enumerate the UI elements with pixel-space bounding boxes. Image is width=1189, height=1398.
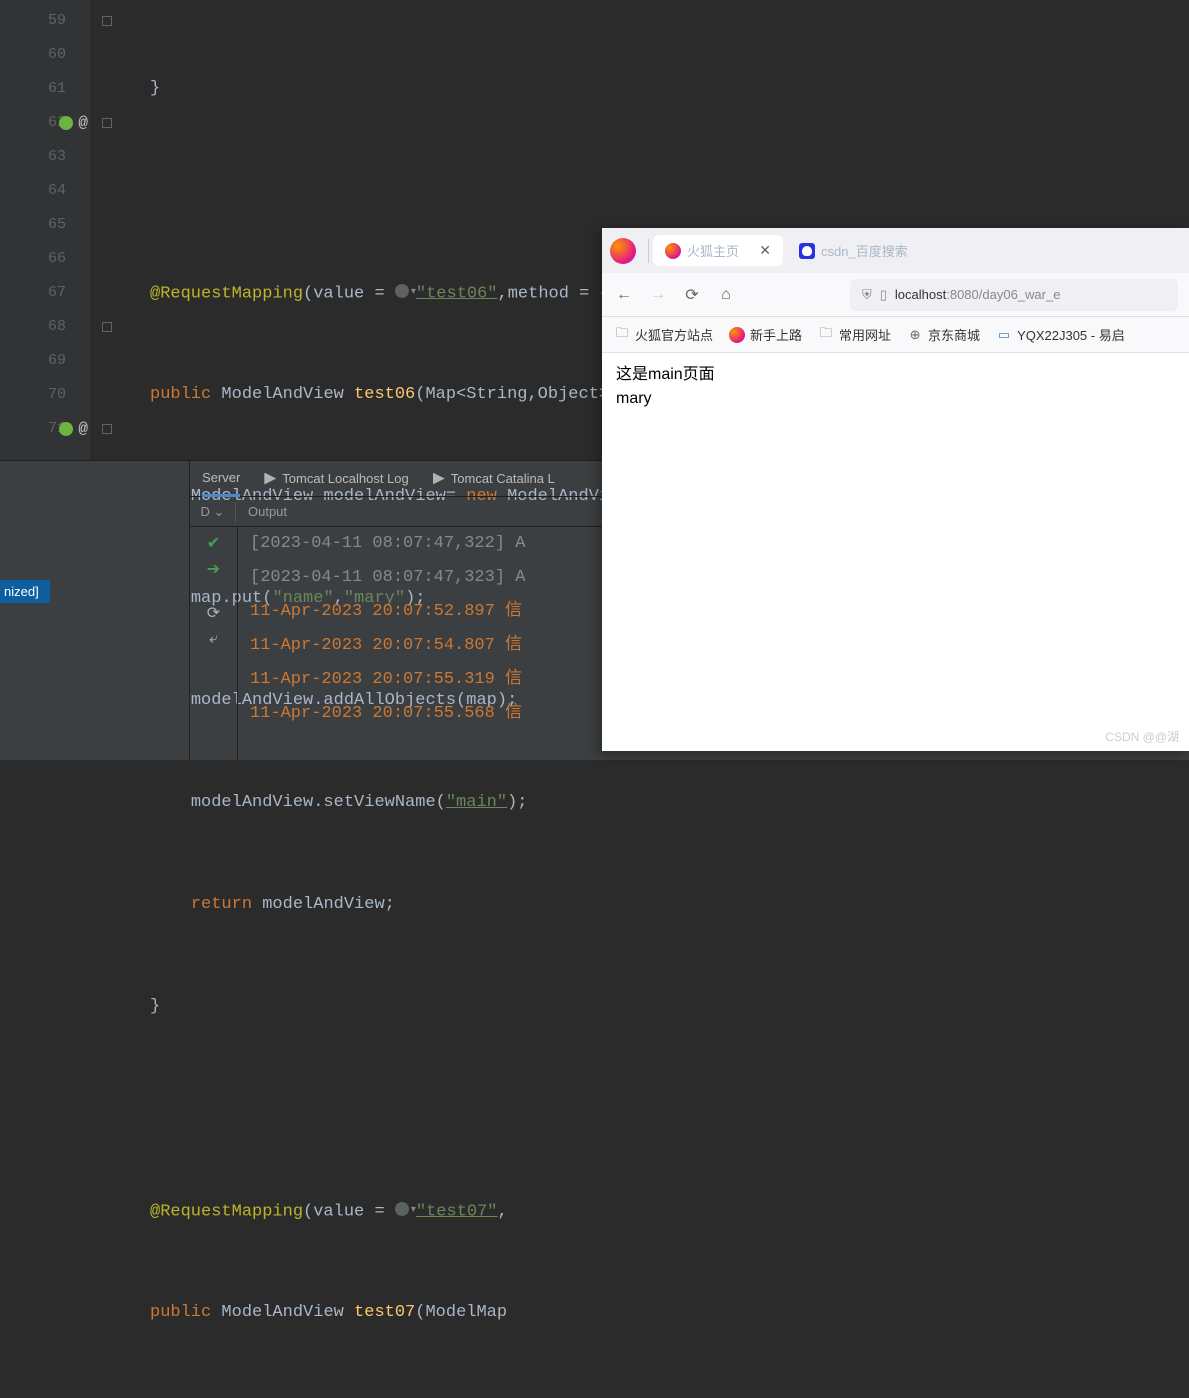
line-gutter: 59 60 61 62@ 63 64 65 66 67 68 69 70 71@ [0, 0, 90, 460]
bookmark-newbie[interactable]: 新手上路 [729, 325, 802, 344]
bookmark-firefox-official[interactable]: 🗀火狐官方站点 [614, 325, 713, 344]
spring-icon[interactable] [59, 116, 73, 130]
page-text: mary [616, 387, 1176, 411]
page-text: 这是main页面 [616, 363, 1176, 387]
browser-nav-bar: ← → ⟳ ⌂ ⛨ ▯ localhost:8080/day06_war_e [602, 273, 1189, 317]
tab-server[interactable]: Server [202, 461, 240, 497]
fold-icon[interactable] [102, 424, 112, 434]
lock-icon[interactable]: ▯ [880, 287, 887, 303]
page-content: 这是main页面 mary [602, 353, 1189, 421]
spring-icon[interactable] [59, 422, 73, 436]
browser-tab-csdn[interactable]: csdn_百度搜索 [787, 235, 920, 266]
globe-icon[interactable] [395, 1202, 409, 1216]
chevron-down-icon[interactable]: ⌄ [214, 504, 225, 519]
globe-icon: ⊕ [907, 327, 923, 343]
fold-icon[interactable] [102, 118, 112, 128]
browser-window: 火狐主页 ✕ csdn_百度搜索 ← → ⟳ ⌂ ⛨ ▯ localhost:8… [602, 228, 1189, 751]
at-icon[interactable]: @ [78, 106, 88, 140]
bookmarks-bar: 🗀火狐官方站点 新手上路 🗀常用网址 ⊕京东商城 ▭YQX22J305 - 易启 [602, 317, 1189, 353]
tab-tomcat-localhost[interactable]: Tomcat Localhost Log [264, 461, 408, 497]
url-text: localhost:8080/day06_war_e [895, 287, 1061, 302]
return-icon[interactable]: ⤶ [206, 631, 222, 647]
sidebar-label: nized] [0, 580, 50, 603]
console-toolbar: ✔ ➔ ⟳ ⤶ [190, 527, 238, 760]
browser-tab-firefox-home[interactable]: 火狐主页 ✕ [653, 235, 783, 266]
code-line: } [150, 72, 1189, 106]
globe-icon[interactable] [395, 284, 409, 298]
header-d[interactable]: D ⌄ [190, 504, 235, 520]
watermark: CSDN @@湖 [1105, 728, 1179, 745]
deploy-icon[interactable]: ➔ [206, 561, 222, 577]
panel-left-strip [0, 461, 190, 760]
forward-icon[interactable]: → [648, 286, 668, 304]
fold-icon[interactable] [102, 16, 112, 26]
back-icon[interactable]: ← [614, 286, 634, 304]
home-icon[interactable]: ⌂ [716, 286, 736, 304]
reload-icon[interactable]: ⟳ [682, 285, 702, 305]
firefox-icon [665, 243, 681, 259]
bookmark-common[interactable]: 🗀常用网址 [818, 325, 891, 344]
fold-icon[interactable] [102, 322, 112, 332]
bookmark-yqx[interactable]: ▭YQX22J305 - 易启 [996, 325, 1125, 344]
window-icon: ▭ [996, 327, 1012, 343]
tab-label: csdn_百度搜索 [821, 241, 908, 260]
tab-label: 火狐主页 [687, 241, 739, 260]
baidu-icon [799, 243, 815, 259]
play-icon [433, 473, 445, 485]
firefox-icon [729, 327, 745, 343]
url-bar[interactable]: ⛨ ▯ localhost:8080/day06_war_e [850, 279, 1178, 311]
at-icon[interactable]: @ [78, 412, 88, 446]
browser-tab-strip: 火狐主页 ✕ csdn_百度搜索 [602, 228, 1189, 273]
refresh-icon[interactable]: ⟳ [206, 605, 222, 621]
header-output: Output [236, 504, 287, 519]
folder-icon: 🗀 [818, 327, 834, 343]
firefox-logo-icon[interactable] [610, 238, 636, 264]
close-icon[interactable]: ✕ [759, 242, 771, 259]
tab-tomcat-catalina[interactable]: Tomcat Catalina L [433, 461, 555, 497]
play-icon [264, 473, 276, 485]
check-icon[interactable]: ✔ [206, 535, 222, 551]
folder-icon: 🗀 [614, 327, 630, 343]
bookmark-jd[interactable]: ⊕京东商城 [907, 325, 980, 344]
shield-icon[interactable]: ⛨ [862, 287, 872, 303]
